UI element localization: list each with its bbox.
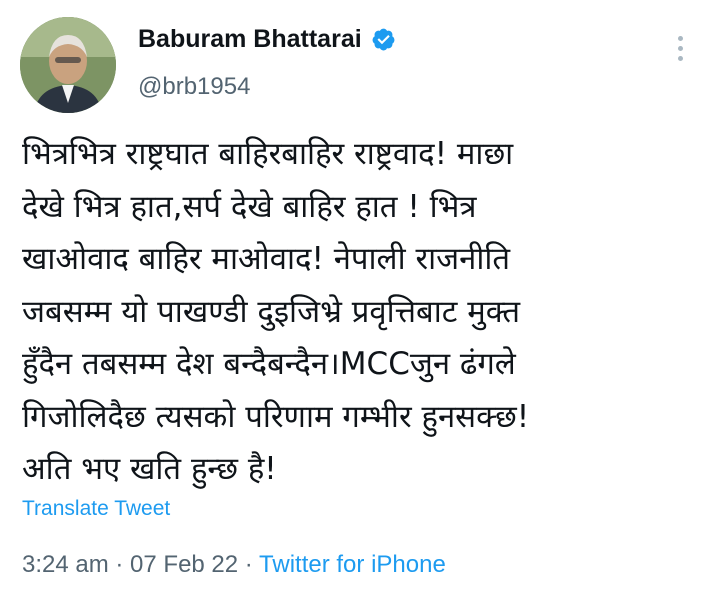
tweet-text-line: देखे भित्र हात,सर्प देखे बाहिर हात ! भित… <box>22 188 477 225</box>
tweet-metadata: 3:24 am · 07 Feb 22 · Twitter for iPhone <box>22 551 446 579</box>
avatar-photo <box>20 17 116 113</box>
avatar[interactable] <box>20 17 116 113</box>
more-dot <box>677 36 683 41</box>
user-handle[interactable]: @brb1954 <box>138 73 250 101</box>
translate-tweet-link[interactable]: Translate Tweet <box>22 497 170 521</box>
meta-separator: · <box>238 551 260 578</box>
author-row: Baburam Bhattarai <box>138 25 396 54</box>
tweet-text: भित्रभित्र राष्ट्रघात बाहिरबाहिर राष्ट्र… <box>22 128 702 496</box>
display-name[interactable]: Baburam Bhattarai <box>138 25 362 54</box>
more-dot <box>677 56 683 61</box>
tweet-text-line: गिजोलिदैछ त्यसको परिणाम गम्भीर हुनसक्छ! <box>22 398 530 435</box>
tweet-text-line: हुँदैन तबसम्म देश बन्दैबन्दैन।MCCजुन ढंग… <box>22 346 516 382</box>
tweet-time[interactable]: 3:24 am <box>22 551 109 578</box>
tweet-text-line: जबसम्म यो पाखण्डी दुइजिभ्रे प्रवृत्तिबाट… <box>22 293 521 330</box>
more-options-icon[interactable] <box>674 36 686 68</box>
meta-separator: · <box>108 551 131 578</box>
tweet-source-link[interactable]: Twitter for iPhone <box>259 551 446 578</box>
tweet-text-line: भित्रभित्र राष्ट्रघात बाहिरबाहिर राष्ट्र… <box>22 136 514 172</box>
more-dot <box>677 46 683 51</box>
tweet-card: Baburam Bhattarai @brb1954 भित्रभित्र रा… <box>0 0 720 601</box>
tweet-text-line: खाओवाद बाहिर माओवाद! नेपाली राजनीति <box>22 241 511 277</box>
verified-badge-icon <box>372 28 395 51</box>
tweet-date[interactable]: 07 Feb 22 <box>130 551 238 578</box>
tweet-text-line: अति भए खति हुन्छ है! <box>22 451 277 487</box>
